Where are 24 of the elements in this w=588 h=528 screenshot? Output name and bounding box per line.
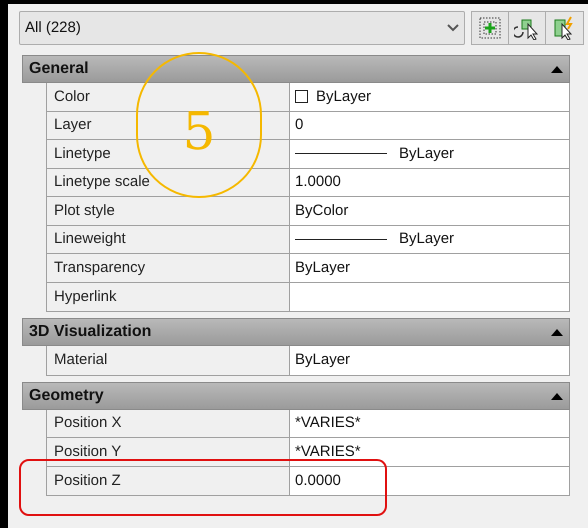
- filter-value: All (228): [25, 18, 81, 38]
- collapse-icon: [551, 65, 563, 73]
- section-header[interactable]: Geometry: [22, 382, 570, 410]
- section-header[interactable]: General: [22, 55, 570, 83]
- chevron-down-icon: [447, 24, 459, 32]
- property-value[interactable]: 0: [295, 114, 304, 136]
- collapse-icon: [551, 328, 563, 336]
- section-header[interactable]: 3D Visualization: [22, 318, 570, 346]
- property-value[interactable]: *VARIES*: [295, 412, 361, 434]
- property-value[interactable]: ByColor: [295, 200, 348, 222]
- property-value[interactable]: ByLayer: [295, 256, 350, 279]
- property-label: Hyperlink: [47, 282, 290, 311]
- property-value[interactable]: 0.0000: [295, 470, 341, 492]
- property-label: Position Z: [47, 466, 290, 495]
- collapse-icon: [551, 392, 563, 400]
- color-swatch: [295, 90, 308, 104]
- property-value[interactable]: ByLayer: [316, 86, 372, 108]
- property-value[interactable]: *VARIES*: [295, 440, 361, 463]
- filter-dropdown[interactable]: All (228): [19, 11, 465, 45]
- property-value[interactable]: 1.0000: [295, 171, 341, 194]
- add-selection-icon: [478, 16, 502, 40]
- property-value[interactable]: ByLayer: [399, 228, 454, 250]
- property-value[interactable]: ByLayer: [399, 142, 454, 165]
- property-value[interactable]: ByLayer: [295, 349, 350, 372]
